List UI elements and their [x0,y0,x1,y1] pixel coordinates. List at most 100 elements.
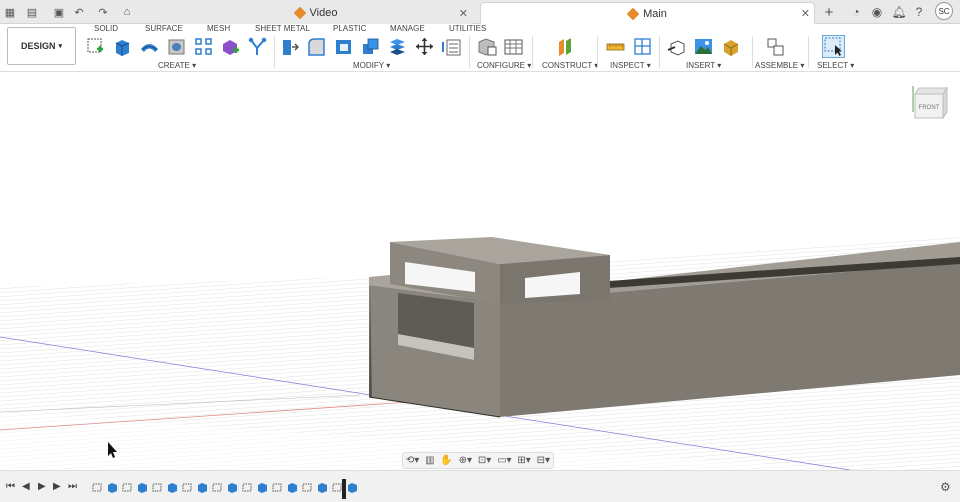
look-at-icon[interactable]: ▥ [425,455,434,466]
timeline-sketch-icon[interactable] [272,482,283,493]
go-to-end-icon[interactable]: ⏭ [68,481,77,492]
document-cube-icon [626,7,640,20]
new-component-icon[interactable] [765,36,786,57]
tab-label: Main [643,7,667,20]
combine-icon[interactable] [360,36,381,57]
tab-mesh[interactable]: MESH [207,24,230,33]
apps-grid-icon[interactable]: ▦ [2,4,18,20]
tab-manage[interactable]: MANAGE [390,24,425,33]
step-forward-icon[interactable]: ▶ [53,481,61,492]
grid-settings-icon[interactable]: ⊞▾ [517,455,530,466]
configuration-grid-icon[interactable] [503,36,524,57]
tab-main[interactable]: Main ✕ [480,2,815,24]
undo-icon[interactable]: ↶ [71,4,87,20]
timeline-extrude-icon[interactable] [317,482,328,493]
measure-icon[interactable] [605,36,626,57]
insert-canvas-icon[interactable] [693,36,714,57]
new-tab-plus-icon[interactable]: + [820,3,838,21]
press-pull-icon[interactable] [280,36,301,57]
timeline-extrude-icon[interactable] [167,482,178,493]
gear-icon[interactable]: ⚙ [940,480,951,494]
change-parameters-icon[interactable] [441,36,462,57]
timeline-sketch-icon[interactable] [212,482,223,493]
timeline-extrude-icon[interactable] [107,482,118,493]
select-icon[interactable] [822,35,845,58]
timeline-extrude-icon[interactable] [257,482,268,493]
timeline-sketch-icon[interactable] [122,482,133,493]
pan-icon[interactable]: ✋ [440,455,452,466]
timeline-extrude-icon[interactable] [347,482,358,493]
model-canvas[interactable]: FRONT [0,72,960,470]
fit-icon[interactable]: ⊡▾ [478,455,491,466]
notifications-icon[interactable]: 🔔︎ [890,3,908,21]
tab-utilities[interactable]: UTILITIES [449,24,486,33]
close-icon[interactable]: ✕ [459,7,468,20]
home-icon[interactable]: ⌂ [119,4,135,20]
view-cube[interactable]: FRONT [912,86,948,120]
job-status-icon[interactable]: ◔ [847,3,865,21]
timeline-sketch-icon[interactable] [242,482,253,493]
revolve-icon[interactable] [139,36,160,57]
construct-menu[interactable]: CONSTRUCT ▾ [542,61,598,70]
orbit-icon[interactable]: ⟲▾ [406,455,419,466]
toolbar-divider [597,36,598,68]
create-sketch-icon[interactable] [85,36,106,57]
timeline-extrude-icon[interactable] [137,482,148,493]
assemble-menu[interactable]: ASSEMBLE ▾ [755,61,804,70]
timeline-extrude-icon[interactable] [227,482,238,493]
select-menu[interactable]: SELECT ▾ [817,61,854,70]
chevron-down-icon: ▾ [58,43,63,50]
derive-icon[interactable] [247,36,268,57]
modify-menu[interactable]: MODIFY ▾ [353,61,390,70]
display-settings-icon[interactable]: ▭▾ [497,455,511,466]
interference-icon[interactable] [632,36,653,57]
timeline-sketch-icon[interactable] [182,482,193,493]
play-icon[interactable]: ▶ [38,481,46,492]
move-copy-icon[interactable] [414,36,435,57]
online-status-icon[interactable]: ◉ [868,3,886,21]
tab-surface[interactable]: SURFACE [145,24,183,33]
create-menu[interactable]: CREATE ▾ [158,61,196,70]
zoom-icon[interactable]: ⊕▾ [459,455,472,466]
extrude-icon[interactable] [112,36,133,57]
avatar[interactable]: SC [935,2,953,20]
configure-table-icon[interactable] [476,36,497,57]
shell-icon[interactable] [333,36,354,57]
insert-mcmaster-icon[interactable] [720,36,741,57]
split-body-icon[interactable] [387,36,408,57]
create-form-icon[interactable] [220,36,241,57]
tab-plastic[interactable]: PLASTIC [333,24,366,33]
tab-solid[interactable]: SOLID [94,24,118,33]
help-icon[interactable]: ? [910,3,928,21]
close-icon[interactable]: ✕ [801,7,810,20]
hole-icon[interactable] [166,36,187,57]
toolbar-divider [808,36,809,68]
timeline-sketch-icon[interactable] [302,482,313,493]
fillet-icon[interactable] [306,36,327,57]
toolbar: DESIGN ▾ SOLID SURFACE MESH SHEET METAL … [0,24,960,72]
file-menu-icon[interactable]: ▤ [24,4,40,20]
go-to-start-icon[interactable]: ⏮ [6,481,15,492]
tab-sheet-metal[interactable]: SHEET METAL [255,24,310,33]
inspect-menu[interactable]: INSPECT ▾ [610,61,651,70]
insert-derive-icon[interactable] [666,36,687,57]
step-back-icon[interactable]: ◀ [22,481,30,492]
title-tab-bar: ▦ ▤ ▣ ↶ ↷ ⌂ Video ✕ Main ✕ + ◔ ◉ 🔔︎ ? SC [0,0,960,24]
save-icon[interactable]: ▣ [51,4,67,20]
offset-plane-icon[interactable] [555,36,576,57]
timeline-extrude-icon[interactable] [287,482,298,493]
configure-menu[interactable]: CONFIGURE ▾ [477,61,531,70]
timeline-sketch-icon[interactable] [152,482,163,493]
timeline-sketch-icon[interactable] [92,482,103,493]
timeline-extrude-icon[interactable] [197,482,208,493]
tab-video[interactable]: Video ✕ [160,2,472,24]
insert-menu[interactable]: INSERT ▾ [686,61,721,70]
canvas-viewport[interactable]: FRONT [0,72,960,470]
timeline-sketch-icon[interactable] [332,482,343,493]
toolbar-divider [752,36,753,68]
rectangular-pattern-icon[interactable] [193,36,214,57]
viewports-icon[interactable]: ⊟▾ [537,455,550,466]
workspace-switcher[interactable]: DESIGN ▾ [7,27,76,65]
redo-icon[interactable]: ↷ [95,4,111,20]
navigation-bar: ⟲▾ ▥ ✋ ⊕▾ ⊡▾ ▭▾ ⊞▾ ⊟▾ [402,452,554,469]
